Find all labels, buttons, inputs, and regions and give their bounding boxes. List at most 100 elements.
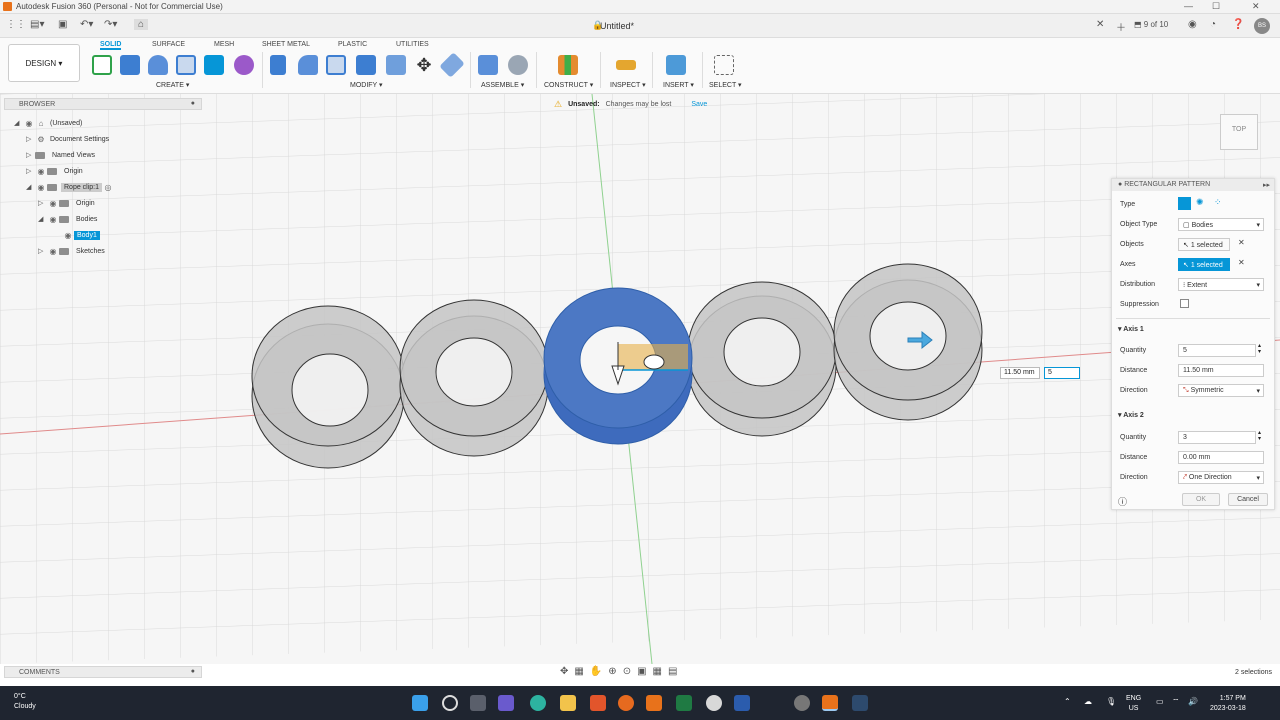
chamfer-icon[interactable] — [326, 55, 346, 75]
browser-collapse-icon[interactable]: ● — [191, 100, 195, 107]
shell-icon[interactable] — [356, 55, 376, 75]
revolve-icon[interactable] — [148, 55, 168, 75]
weather-widget[interactable]: 0°C Cloudy — [14, 692, 36, 712]
user-avatar[interactable]: BS — [1254, 18, 1270, 34]
pattern-type-circular-icon[interactable]: ✺ — [1196, 197, 1204, 208]
notifications-icon[interactable]: ❓ — [1232, 19, 1244, 30]
create-sketch-icon[interactable] — [92, 55, 112, 75]
pattern-type-path-icon[interactable]: ⁘ — [1214, 197, 1222, 208]
create-group-label[interactable]: CREATE ▾ — [156, 81, 189, 89]
orbit-icon[interactable]: ✥ — [560, 666, 568, 680]
volume-icon[interactable]: 🔊 — [1188, 697, 1198, 706]
collapse-triangle-icon[interactable]: ◢ — [26, 183, 35, 191]
object-type-select[interactable]: ▢ Bodies ▾ — [1178, 217, 1264, 231]
file-explorer-icon[interactable] — [560, 695, 576, 711]
maximize-icon[interactable]: ☐ — [1212, 1, 1220, 12]
extensions-icon[interactable]: ◉ — [1188, 19, 1197, 30]
brave-icon[interactable] — [590, 695, 606, 711]
measure-icon[interactable] — [616, 60, 636, 70]
taskbar-clock[interactable]: 1:57 PM 2023-03-18 — [1210, 694, 1246, 714]
visibility-eye-icon[interactable]: ◉ — [23, 119, 35, 128]
axis2-direction-select[interactable]: ⤤ One Direction ▾ — [1178, 470, 1264, 484]
ok-button[interactable]: OK — [1182, 493, 1220, 506]
expand-arrows-icon[interactable]: ▸▸ — [1263, 181, 1270, 189]
tab-surface[interactable]: SURFACE — [152, 41, 185, 48]
offset-plane-icon[interactable] — [558, 55, 578, 75]
insert-image-icon[interactable] — [666, 55, 686, 75]
collapse-triangle-icon[interactable]: ◢ — [14, 119, 23, 127]
expand-triangle-icon[interactable]: ▷ — [26, 167, 35, 175]
inspect-group-label[interactable]: INSPECT ▾ — [610, 81, 646, 89]
insert-group-label[interactable]: INSERT ▾ — [663, 81, 694, 89]
zoom-icon[interactable]: ⊕ — [608, 666, 616, 680]
axis1-quantity-stepper[interactable]: ▴ ▾ — [1258, 343, 1261, 355]
combine-icon[interactable] — [386, 55, 406, 75]
tray-chevron-icon[interactable]: ⌃ — [1064, 697, 1071, 706]
browser-node-bodies[interactable]: ◢ ◉ Bodies — [38, 212, 100, 226]
settings-app-icon[interactable] — [794, 695, 810, 711]
document-tab-title[interactable]: Untitled* — [600, 21, 634, 31]
suppression-checkbox[interactable] — [1180, 299, 1189, 308]
axis1-direction-select[interactable]: ⤡ Symmetric ▾ — [1178, 383, 1264, 397]
axis2-distance-input[interactable]: 0.00 mm — [1178, 450, 1264, 464]
browser-node-body1[interactable]: ◉ Body1 — [62, 228, 100, 242]
info-icon[interactable]: ⓘ — [1118, 495, 1127, 508]
search-icon[interactable] — [442, 695, 458, 711]
quantity-tooltip-input[interactable]: 5 — [1044, 367, 1080, 379]
viewcube[interactable]: TOP — [1220, 114, 1258, 150]
grid-menu-icon[interactable]: ⋮⋮ — [6, 19, 26, 30]
minimize-icon[interactable]: — — [1184, 1, 1193, 11]
press-pull-icon[interactable] — [270, 55, 286, 75]
cancel-button[interactable]: Cancel — [1228, 493, 1268, 506]
browser-header[interactable]: BROWSER ● — [4, 98, 202, 110]
browser-node-component-origin[interactable]: ▷ ◉ Origin — [38, 196, 98, 210]
browser-node-sketches[interactable]: ▷ ◉ Sketches — [38, 244, 108, 258]
modify-group-label[interactable]: MODIFY ▾ — [350, 81, 383, 89]
split-body-icon[interactable] — [439, 52, 465, 78]
look-at-icon[interactable]: ▦ — [574, 666, 583, 680]
clear-objects-icon[interactable]: ✕ — [1238, 238, 1245, 247]
fusion-app-icon[interactable] — [646, 695, 662, 711]
pan-icon[interactable]: ✋ — [590, 666, 602, 680]
start-icon[interactable] — [412, 695, 428, 711]
tab-sheet-metal[interactable]: SHEET METAL — [262, 41, 310, 48]
redo-icon[interactable]: ↷▾ — [104, 19, 117, 30]
browser-node-component[interactable]: ◢ ◉ Rope clip:1 ◎ — [26, 180, 114, 194]
visibility-eye-icon[interactable]: ◉ — [47, 215, 59, 224]
job-status[interactable]: ⬒ 9 of 10 — [1134, 20, 1168, 29]
clear-axes-icon[interactable]: ✕ — [1238, 258, 1245, 267]
undo-icon[interactable]: ↶▾ — [80, 19, 93, 30]
comments-panel[interactable]: COMMENTS ● — [4, 666, 202, 678]
steam-icon[interactable] — [852, 695, 868, 711]
tab-solid[interactable]: SOLID — [100, 41, 122, 50]
axis2-quantity-stepper[interactable]: ▴ ▾ — [1258, 430, 1261, 442]
move-icon[interactable]: ✥ — [414, 55, 434, 75]
display-icon[interactable]: ▭ — [1156, 697, 1164, 706]
axis1-distance-input[interactable]: 11.50 mm — [1178, 363, 1264, 377]
file-menu-icon[interactable]: ▤▾ — [30, 19, 44, 30]
distribution-select[interactable]: ⁝ Extent ▾ — [1178, 277, 1264, 291]
axis1-section-header[interactable]: ▾ Axis 1 — [1118, 325, 1144, 333]
dialog-collapse-icon[interactable]: ● — [1118, 181, 1122, 188]
expand-triangle-icon[interactable]: ▷ — [26, 151, 35, 159]
workspace-switcher[interactable]: DESIGN ▾ — [8, 44, 80, 82]
pattern-type-rectangular-icon[interactable] — [1178, 197, 1191, 210]
microphone-icon[interactable]: 🎙 — [1106, 697, 1116, 706]
new-tab-icon[interactable]: ＋ — [1116, 19, 1126, 34]
zoom-window-icon[interactable]: ⊙ — [623, 666, 631, 680]
fusion-active-icon[interactable] — [822, 695, 838, 711]
activate-radio-icon[interactable]: ◎ — [102, 183, 114, 192]
browser-node-root[interactable]: ◢ ◉ ⌂ (Unsaved) — [14, 116, 85, 130]
expand-triangle-icon[interactable]: ▷ — [26, 135, 35, 143]
task-view-icon[interactable] — [470, 695, 486, 711]
distance-tooltip-input[interactable]: 11.50 mm — [1000, 367, 1040, 379]
onedrive-icon[interactable]: ☁ — [1084, 697, 1092, 706]
expand-triangle-icon[interactable]: ▷ — [38, 199, 47, 207]
joint-icon[interactable] — [508, 55, 528, 75]
fillet-icon[interactable] — [298, 55, 318, 75]
browser-node-named-views[interactable]: ▷ Named Views — [26, 148, 98, 162]
tab-plastic[interactable]: PLASTIC — [338, 41, 367, 48]
wifi-icon[interactable]: ⌔ — [1172, 697, 1180, 707]
tab-utilities[interactable]: UTILITIES — [396, 41, 429, 48]
dialog-header[interactable]: ● RECTANGULAR PATTERN ▸▸ — [1112, 179, 1274, 191]
